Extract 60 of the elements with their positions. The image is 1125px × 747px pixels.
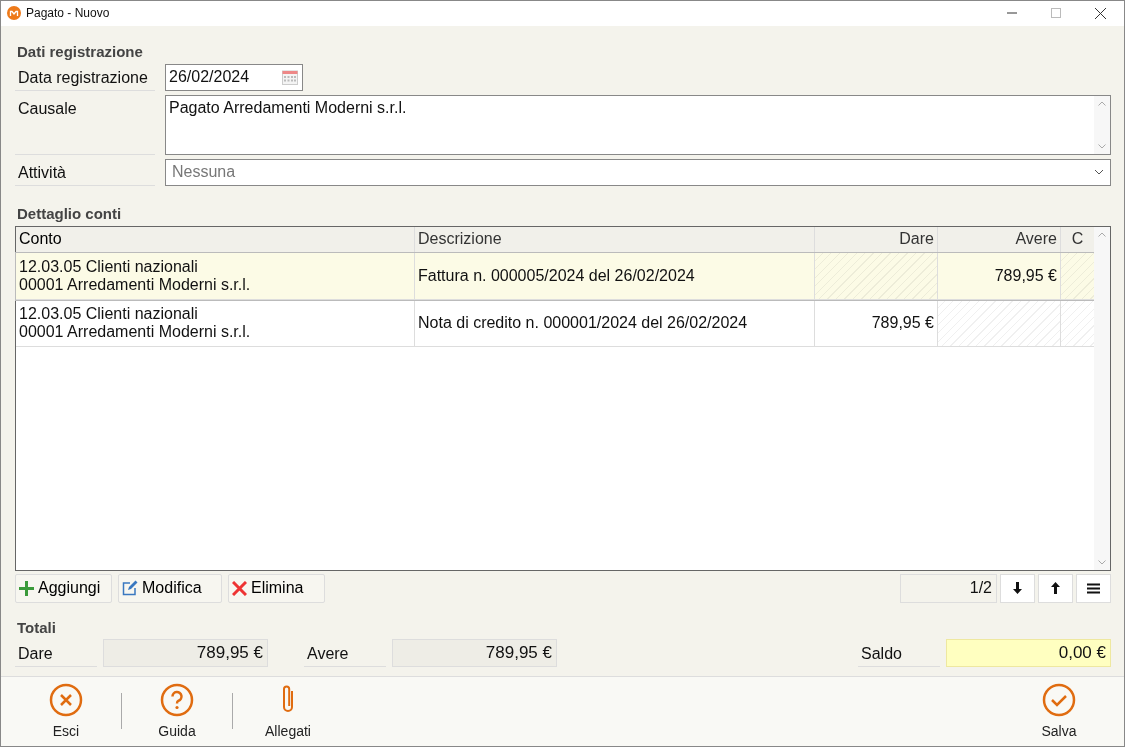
debit-total-field: 789,95 € [103,638,268,667]
table-row[interactable]: 12.03.05 Clienti nazionali 00001 Arredamenti Moderni s.r.l. Fattura n. 000005/2024 del 26/02/2024 789,95 € [16,252,1094,300]
chevron-down-icon[interactable] [1098,559,1106,565]
reason-field[interactable]: Pagato Arredamenti Moderni s.r.l. [165,94,1111,155]
column-header[interactable]: Conto [16,226,415,252]
column-header[interactable]: Descrizione [415,226,815,252]
menu-icon [1087,582,1100,594]
calendar-icon[interactable] [282,69,298,86]
activity-dropdown[interactable]: Nessuna [165,158,1111,186]
table-cell: 12.03.05 Clienti nazionali 00001 Arredamenti Moderni s.r.l. [16,299,415,346]
chevron-up-icon[interactable] [1098,100,1106,106]
edit-icon [122,580,138,597]
section-heading: Dati registrazione [17,42,144,60]
credit-total-field: 789,95 € [392,638,557,667]
menu-button[interactable] [1076,573,1111,603]
exit-button[interactable]: Esci [31,683,101,740]
field-label: Causale [15,94,155,155]
field-label: Attività [15,158,155,186]
chevron-down-icon [1094,169,1104,176]
scrollbar[interactable] [1094,226,1110,570]
section-heading: Totali [17,618,57,636]
save-button[interactable]: Salva [1024,683,1094,740]
table-row[interactable]: 12.03.05 Clienti nazionali 00001 Arredamenti Moderni s.r.l. Nota di credito n. 000001/2024 del 26/02/2024 789,95 € [16,299,1094,347]
chevron-down-icon[interactable] [1098,143,1106,149]
column-header[interactable]: Dare [815,226,938,252]
close-icon [49,683,83,718]
arrow-down-icon [1013,582,1022,595]
field-label: Avere [304,638,386,667]
table-cell: 12.03.05 Clienti nazionali 00001 Arredamenti Moderni s.r.l. [16,252,415,299]
chevron-up-icon[interactable] [1098,231,1106,237]
move-up-button[interactable] [1038,573,1073,603]
column-header[interactable]: C [1061,226,1094,252]
app-logo-icon [7,6,21,21]
cross-icon [232,580,247,596]
field-label: Dare [15,638,97,667]
help-icon [160,683,194,718]
edit-button[interactable]: Modifica [118,573,222,603]
plus-icon [19,580,34,596]
section-heading: Dettaglio conti [17,204,123,222]
checkmark-icon [1042,683,1076,718]
scrollbar[interactable] [1094,95,1110,154]
close-icon[interactable] [1095,7,1106,19]
help-button[interactable]: Guida [142,683,212,740]
field-label: Saldo [858,638,940,667]
add-button[interactable]: Aggiungi [15,573,112,603]
attachments-button[interactable]: Allegati [253,683,323,740]
table-cell: 789,95 € [815,299,938,346]
delete-button[interactable]: Elimina [228,573,325,603]
window-title: Pagato - Nuovo [26,6,110,21]
field-label: Data registrazione [15,63,155,91]
arrow-up-icon [1051,582,1060,595]
maximize-icon[interactable] [1051,8,1061,19]
table-cell: 789,95 € [938,252,1061,299]
move-down-button[interactable] [1000,573,1035,603]
column-header[interactable]: Avere [938,226,1061,252]
date-field[interactable]: 26/02/2024 [165,63,303,91]
table-cell: Nota di credito n. 000001/2024 del 26/02/2024 [415,299,815,346]
table-cell: Fattura n. 000005/2024 del 26/02/2024 [415,252,815,299]
balance-field: 0,00 € [946,638,1111,667]
record-counter: 1/2 [900,573,997,603]
